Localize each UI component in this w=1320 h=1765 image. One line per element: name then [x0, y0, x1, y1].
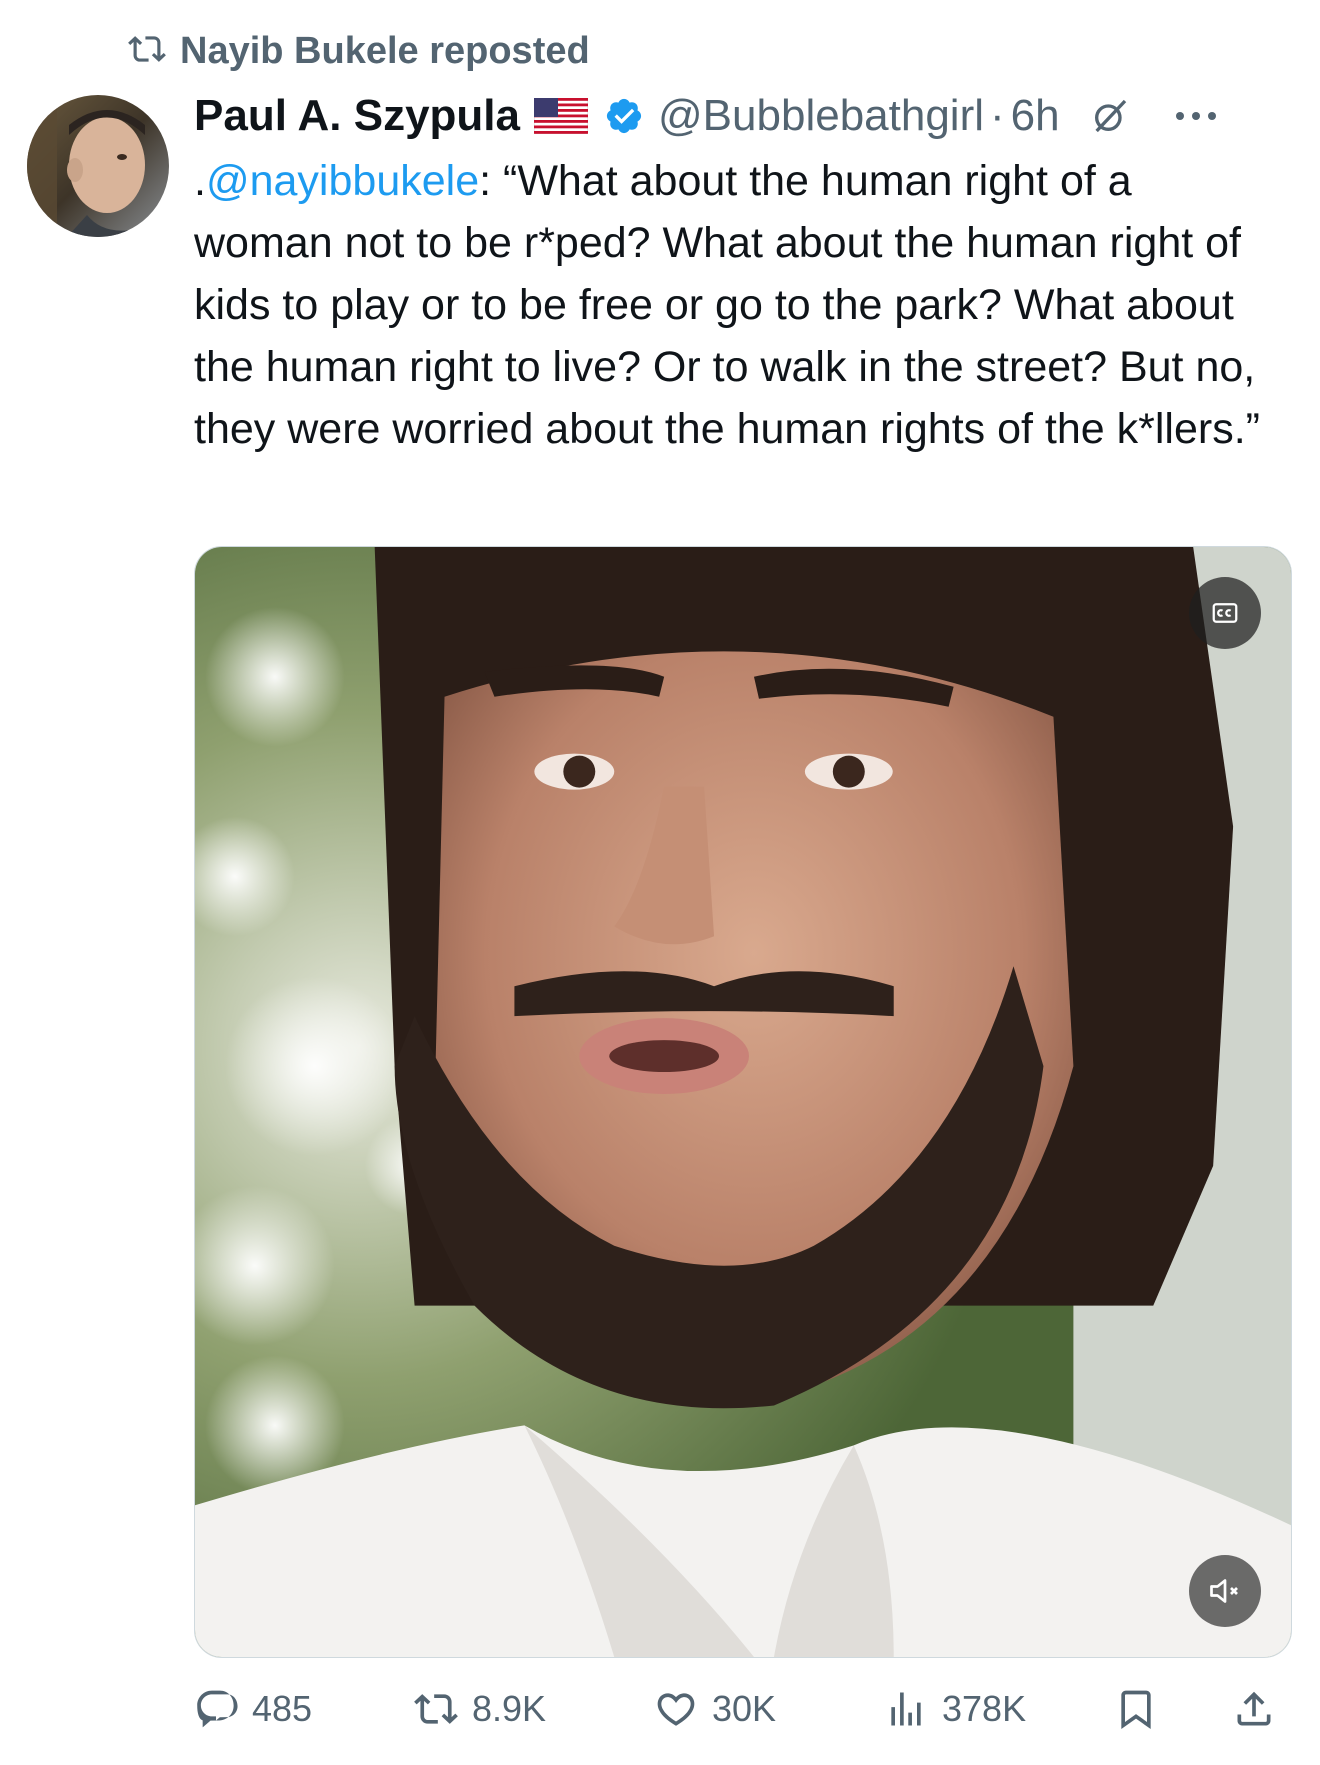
separator-dot: ·: [990, 91, 1005, 140]
reply-icon: [197, 1690, 238, 1728]
heart-icon: [657, 1693, 695, 1726]
mention-link[interactable]: @nayibbukele: [206, 157, 479, 205]
analytics-icon: [891, 1692, 921, 1726]
muted-speaker-icon: [1210, 1579, 1238, 1603]
tweet-header: Paul A. Szypula @Bubblebathgirl · 6h: [194, 88, 1306, 144]
like-count: 30K: [712, 1688, 777, 1729]
views-button[interactable]: 378K: [884, 1678, 1026, 1740]
tweet-text: .@nayibbukele: “What about the human rig…: [194, 150, 1274, 460]
mute-toggle-button[interactable]: [1189, 1555, 1261, 1627]
action-bar: 485 8.9K 30K 378K: [194, 1678, 1304, 1740]
captions-button[interactable]: [1189, 577, 1261, 649]
bookmark-icon: [1121, 1690, 1151, 1730]
author-handle[interactable]: @Bubblebathgirl: [658, 91, 984, 141]
us-flag-icon: [534, 98, 589, 134]
repost-icon: [128, 30, 166, 73]
video-frame: [195, 547, 1291, 1657]
repost-count: 8.9K: [472, 1688, 547, 1729]
share-icon: [1237, 1691, 1271, 1726]
avatar[interactable]: [27, 95, 169, 237]
reply-count: 485: [252, 1688, 313, 1729]
share-button[interactable]: [1232, 1678, 1276, 1740]
repost-icon: [414, 1694, 458, 1724]
video-player[interactable]: [194, 546, 1292, 1658]
repost-text: Nayib Bukele reposted: [180, 29, 590, 72]
like-button[interactable]: 30K: [654, 1678, 776, 1740]
bookmark-button[interactable]: [1114, 1678, 1158, 1740]
text-prefix: .: [194, 157, 206, 205]
reply-button[interactable]: 485: [194, 1678, 312, 1740]
verified-badge-icon: [606, 98, 642, 134]
cc-icon: [1212, 603, 1238, 623]
more-options-icon[interactable]: [1174, 108, 1218, 124]
repost-button[interactable]: 8.9K: [414, 1678, 546, 1740]
grok-icon[interactable]: [1090, 96, 1130, 136]
repost-indicator[interactable]: Nayib Bukele reposted: [128, 28, 590, 74]
timestamp[interactable]: 6h: [1011, 91, 1060, 141]
views-count: 378K: [942, 1688, 1027, 1729]
author-display-name[interactable]: Paul A. Szypula: [194, 91, 520, 141]
